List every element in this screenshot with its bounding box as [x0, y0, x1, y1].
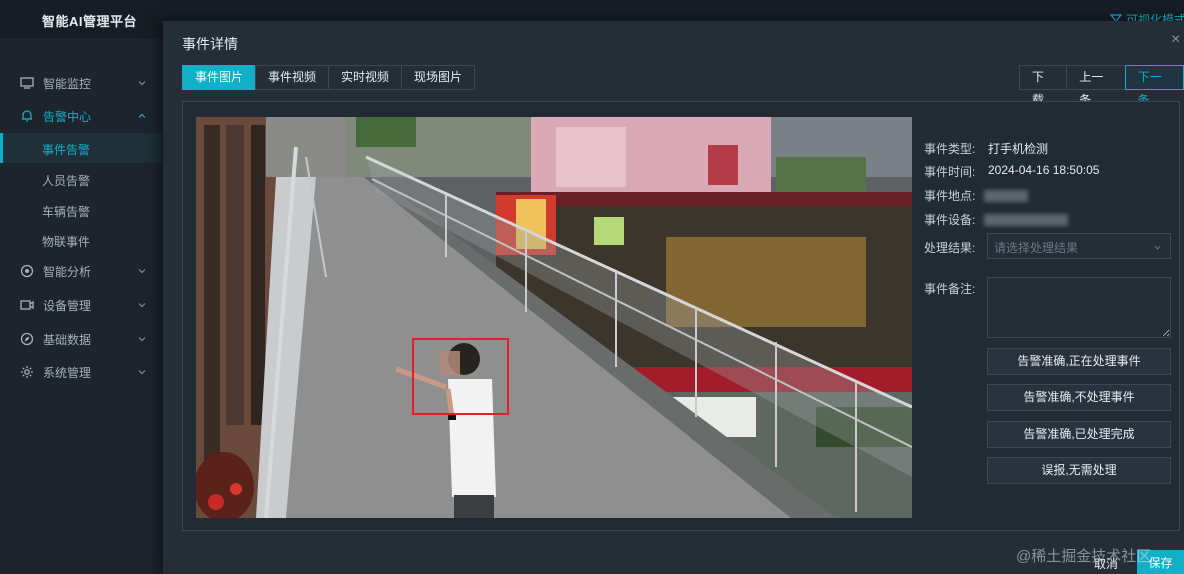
watermark: @稀土掘金技术社区	[1016, 548, 1152, 565]
event-type-value: 打手机检测	[988, 142, 1049, 156]
bell-icon	[22, 110, 32, 122]
sidebar-item-monitoring[interactable]: 智能监控	[0, 68, 162, 98]
sidebar-item-label: 智能监控	[43, 76, 92, 91]
redacted-location	[984, 190, 1028, 202]
event-detail-modal: 事件详情 × 事件图片 事件视频 实时视频 现场图片 下载 上一条 下一条 事件…	[163, 21, 1184, 574]
redacted-device	[984, 214, 1068, 226]
app-root: 智能AI管理平台 可视化模式 智能监控 告警中心 事件告警 人员告警 车辆告警 …	[0, 0, 1184, 574]
tab-bar: 事件图片 事件视频 实时视频 现场图片	[182, 65, 476, 90]
chevron-up-icon	[138, 113, 146, 118]
close-icon[interactable]: ×	[1171, 32, 1184, 48]
notes-label: 事件备注:	[924, 282, 976, 296]
sidebar-item-base-data[interactable]: 基础数据	[0, 324, 162, 354]
sidebar-subitem-event-alerts[interactable]: 事件告警	[0, 133, 162, 163]
result-placeholder: 请选择处理结果	[994, 241, 1079, 255]
download-button[interactable]: 下载	[1019, 65, 1068, 107]
monitor-icon	[20, 77, 34, 89]
chevron-down-icon	[138, 337, 146, 342]
sidebar-item-label: 智能分析	[43, 264, 92, 279]
chevron-down-icon	[138, 269, 146, 274]
compass-icon	[20, 332, 34, 346]
event-content: 事件类型: 打手机检测 事件时间: 2024-04-16 18:50:05 事件…	[182, 101, 1180, 531]
record-nav: 下载 上一条 下一条	[1019, 65, 1184, 107]
chevron-down-icon	[1154, 245, 1161, 250]
event-location-label: 事件地点:	[924, 189, 976, 203]
sidebar-item-devices[interactable]: 设备管理	[0, 290, 162, 320]
sidebar-subitem-label: 人员告警	[42, 174, 91, 188]
sidebar-subitem-label: 物联事件	[42, 235, 91, 249]
event-time-label: 事件时间:	[924, 165, 976, 179]
sidebar: 智能监控 告警中心 事件告警 人员告警 车辆告警 物联事件 智能分析 设备管理	[0, 38, 162, 574]
event-type-label: 事件类型:	[924, 142, 976, 156]
event-time-value: 2024-04-16 18:50:05	[988, 163, 1100, 177]
action-false-alarm[interactable]: 误报,无需处理	[987, 457, 1171, 484]
tab-event-video[interactable]: 事件视频	[255, 65, 330, 90]
tab-scene-image[interactable]: 现场图片	[401, 65, 476, 90]
sidebar-item-system[interactable]: 系统管理	[0, 357, 162, 387]
notes-textarea[interactable]	[987, 277, 1171, 338]
chevron-down-icon	[138, 303, 146, 308]
gear-icon	[21, 366, 33, 378]
sidebar-subitem-label: 事件告警	[42, 143, 91, 157]
next-button[interactable]: 下一条	[1124, 65, 1184, 107]
event-scene	[196, 117, 912, 518]
action-accurate-ignore[interactable]: 告警准确,不处理事件	[987, 384, 1171, 411]
sidebar-item-analysis[interactable]: 智能分析	[0, 256, 162, 286]
sidebar-subitem-vehicle-alerts[interactable]: 车辆告警	[0, 195, 162, 225]
target-icon	[20, 264, 34, 278]
sidebar-item-label: 系统管理	[43, 365, 92, 380]
tab-event-image[interactable]: 事件图片	[182, 65, 257, 90]
result-select[interactable]: 请选择处理结果	[987, 233, 1171, 259]
prev-button[interactable]: 上一条	[1066, 65, 1126, 107]
chevron-down-icon	[138, 370, 146, 375]
brand-title: 智能AI管理平台	[42, 14, 138, 29]
camera-icon	[20, 300, 34, 310]
chevron-down-icon	[138, 81, 146, 86]
tab-live-video[interactable]: 实时视频	[328, 65, 403, 90]
sidebar-subitem-person-alerts[interactable]: 人员告警	[0, 164, 162, 194]
sidebar-item-label: 设备管理	[43, 298, 92, 313]
event-device-label: 事件设备:	[924, 213, 976, 227]
result-label: 处理结果:	[924, 241, 976, 255]
sidebar-item-label: 告警中心	[43, 109, 92, 124]
modal-title: 事件详情	[182, 36, 238, 52]
action-accurate-completed[interactable]: 告警准确,已处理完成	[987, 421, 1171, 448]
sidebar-item-label: 基础数据	[43, 332, 92, 347]
event-image	[196, 117, 912, 518]
sidebar-subitem-iot-events[interactable]: 物联事件	[0, 225, 162, 255]
sidebar-item-alerts[interactable]: 告警中心	[0, 101, 162, 131]
action-accurate-processing[interactable]: 告警准确,正在处理事件	[987, 348, 1171, 375]
sidebar-subitem-label: 车辆告警	[42, 205, 91, 219]
event-details-panel: 事件类型: 打手机检测 事件时间: 2024-04-16 18:50:05 事件…	[924, 102, 1174, 532]
